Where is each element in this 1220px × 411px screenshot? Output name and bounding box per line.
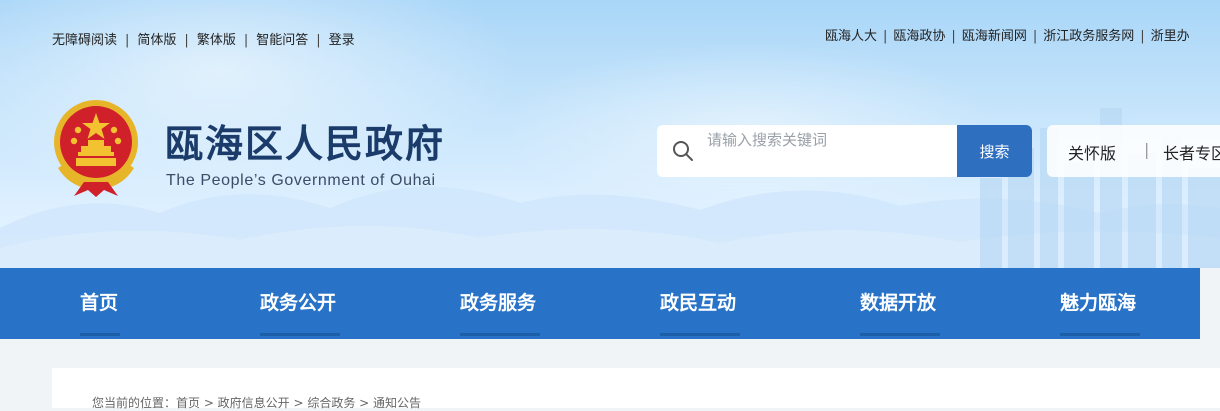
top-right-links: 瓯海人大 | 瓯海政协 | 瓯海新闻网 | 浙江政务服务网 | 浙里办 — [825, 27, 1190, 47]
ouhai-news-link[interactable]: 瓯海新闻网 — [962, 29, 1027, 44]
nav-item-gov-services[interactable]: 政务服务 — [460, 268, 540, 339]
main-nav: 首页 政务公开 政务服务 政民互动 数据开放 魅力瓯海 — [0, 268, 1200, 339]
nav-item-gov-affairs-open[interactable]: 政务公开 — [260, 268, 340, 339]
nav-underline — [660, 333, 740, 336]
search-box — [657, 125, 957, 177]
nav-item-charm-ouhai[interactable]: 魅力瓯海 — [1060, 268, 1140, 339]
search-icon — [673, 141, 693, 161]
nav-item-label: 魅力瓯海 — [1060, 292, 1137, 314]
nav-item-home[interactable]: 首页 — [80, 268, 120, 339]
nav-item-label: 首页 — [80, 292, 119, 314]
link-separator: | — [243, 33, 249, 48]
zhejiang-service-link[interactable]: 浙江政务服务网 — [1043, 29, 1134, 44]
nav-underline — [860, 333, 940, 336]
link-separator: | — [184, 33, 189, 48]
nav-item-open-data[interactable]: 数据开放 — [860, 268, 940, 339]
search-button[interactable]: 搜索 — [957, 125, 1032, 177]
link-separator: | — [1032, 29, 1038, 44]
elderly-zone-link[interactable]: 长者专区 — [1163, 140, 1220, 164]
mode-separator: | — [1144, 140, 1150, 159]
nav-item-label: 政务公开 — [260, 292, 337, 314]
link-separator: | — [316, 33, 321, 48]
site-subtitle: The People’s Government of Ouhai — [166, 172, 436, 189]
breadcrumb: 您当前的位置：首页 > 政府信息公开 > 综合政务 > 通知公告 — [92, 396, 422, 410]
nav-item-interaction[interactable]: 政民互动 — [660, 268, 740, 339]
nav-underline — [260, 333, 340, 336]
zheliban-link[interactable]: 浙里办 — [1151, 29, 1190, 44]
care-mode-link[interactable]: 关怀版 — [1068, 140, 1116, 164]
nav-underline — [80, 333, 120, 336]
ouhai-npc-link[interactable]: 瓯海人大 — [825, 29, 877, 44]
mode-switcher: 关怀版 | 长者专区 — [1047, 125, 1220, 177]
link-separator: | — [1140, 29, 1145, 44]
login-link[interactable]: 登录 — [329, 33, 355, 48]
smart-qa-link[interactable]: 智能问答 — [256, 33, 308, 48]
link-separator: | — [951, 29, 956, 44]
nav-underline — [460, 333, 540, 336]
link-separator: | — [883, 29, 888, 44]
nav-item-label: 政务服务 — [460, 292, 537, 314]
nav-item-label: 政民互动 — [660, 292, 737, 314]
nav-underline — [1060, 333, 1140, 336]
national-emblem-icon[interactable] — [50, 98, 142, 198]
traditional-chinese-link[interactable]: 繁体版 — [197, 33, 236, 48]
accessible-reading-link[interactable]: 无障碍阅读 — [52, 33, 117, 48]
top-left-links: 无障碍阅读 | 简体版 | 繁体版 | 智能问答 | 登录 — [52, 27, 372, 55]
nav-item-label: 数据开放 — [860, 292, 937, 314]
link-separator: | — [125, 33, 130, 48]
site-title: 瓯海区人民政府 — [165, 122, 446, 166]
search-input[interactable] — [707, 125, 947, 155]
simplified-chinese-link[interactable]: 简体版 — [137, 33, 176, 48]
ouhai-cppcc-link[interactable]: 瓯海政协 — [893, 29, 945, 44]
